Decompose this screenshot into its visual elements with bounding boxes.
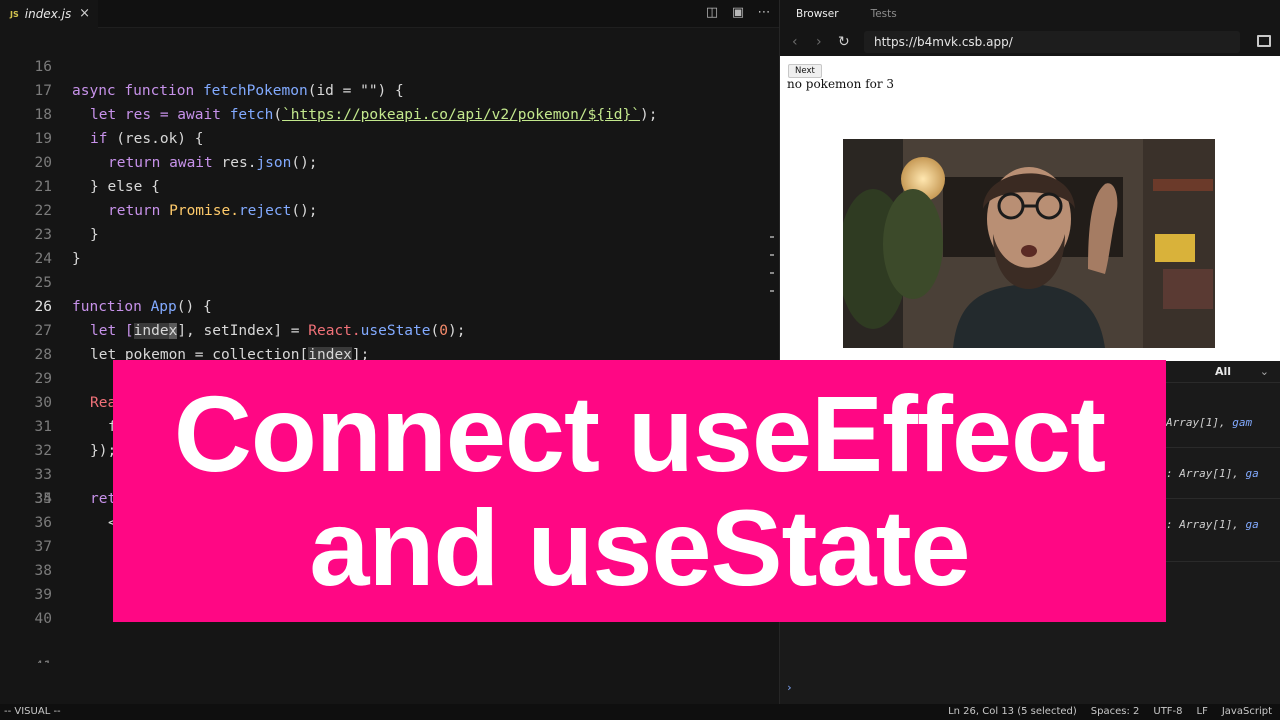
preview-viewport: Next no pokemon for 3: [780, 56, 1280, 361]
chevron-down-icon[interactable]: ⌄: [1260, 365, 1269, 378]
log-text: Array[1],: [1166, 416, 1233, 429]
console-log-entry[interactable]: : Array[1], ga: [1166, 467, 1280, 480]
code-line: 21 return Promise.reject();: [0, 151, 770, 219]
tab-tests[interactable]: Tests: [855, 8, 913, 20]
scrollbar-markers[interactable]: [770, 236, 775, 326]
log-value: ga: [1245, 518, 1259, 531]
code-line: 22 }: [0, 175, 770, 243]
status-bar: -- VISUAL -- Ln 26, Col 13 (5 selected) …: [0, 704, 1280, 720]
cursor-position[interactable]: Ln 26, Col 13 (5 selected): [948, 706, 1077, 717]
code-line: 19 return await res.json();: [0, 103, 770, 171]
status-bar-right: Ln 26, Col 13 (5 selected) Spaces: 2 UTF…: [948, 706, 1272, 717]
preview-icon[interactable]: ▣: [731, 5, 745, 21]
more-icon[interactable]: ⋯: [757, 5, 771, 21]
code-line: 18 if (res.ok) {: [0, 79, 770, 147]
next-button[interactable]: Next: [788, 64, 822, 78]
banner-line-1: Connect useEffect: [173, 373, 1106, 494]
line-number: 38: [34, 563, 52, 579]
line-number: 36: [34, 515, 52, 531]
console-log-entry[interactable]: Array[1], gam: [1166, 416, 1280, 429]
open-new-window-icon[interactable]: [1257, 35, 1271, 47]
back-icon[interactable]: ‹: [792, 34, 804, 50]
language-mode[interactable]: JavaScript: [1222, 706, 1272, 717]
browser-tab-bar: Browser Tests: [780, 0, 1280, 28]
line-number: 35: [34, 491, 52, 507]
line-number: 40: [34, 611, 52, 627]
console-filter-select[interactable]: All: [1215, 365, 1231, 378]
code-line-active: 26 let [index], setIndex] = React.useSta…: [0, 271, 770, 339]
code-line: 20 } else {: [0, 127, 770, 195]
forward-icon[interactable]: ›: [816, 34, 828, 50]
code-line: 23 }: [0, 199, 770, 267]
line-ending[interactable]: LF: [1197, 706, 1208, 717]
editor-tab-bar: JS index.js × ◫ ▣ ⋯: [0, 0, 779, 28]
line-number: 41: [0, 655, 52, 663]
tab-filename: index.js: [24, 7, 72, 21]
presenter-video: [843, 139, 1215, 348]
close-icon[interactable]: ×: [79, 6, 90, 21]
split-editor-icon[interactable]: ◫: [705, 5, 719, 21]
editor-actions: ◫ ▣ ⋯: [705, 5, 771, 21]
line-number: 37: [34, 539, 52, 555]
code-line: 16 async function fetchPokemon(id = "") …: [0, 31, 770, 99]
code-line: 28: [0, 319, 770, 363]
log-value: gam: [1232, 416, 1253, 429]
console-log-entry[interactable]: : Array[1], ga: [1166, 518, 1280, 531]
code-line: 27 let pokemon = collection[index];: [0, 295, 770, 363]
tab-index-js[interactable]: JS index.js ×: [0, 0, 98, 28]
code-line: 25 function App() {: [0, 247, 770, 315]
status-message: no pokemon for 3: [787, 77, 895, 91]
tab-browser[interactable]: Browser: [780, 8, 855, 20]
url-input[interactable]: https://b4mvk.csb.app/: [864, 31, 1240, 53]
code-line: 41 ) : (: [0, 631, 770, 663]
console-prompt-icon[interactable]: ›: [786, 681, 793, 694]
javascript-file-icon: JS: [10, 9, 19, 19]
reload-icon[interactable]: ↻: [838, 34, 854, 50]
address-bar: ‹ › ↻ https://b4mvk.csb.app/: [780, 28, 1280, 56]
log-text: : Array[1],: [1166, 518, 1246, 531]
webcam-overlay: [843, 139, 1215, 348]
banner-line-2: and useState: [309, 487, 970, 608]
encoding[interactable]: UTF-8: [1153, 706, 1182, 717]
line-number: 39: [34, 587, 52, 603]
indentation[interactable]: Spaces: 2: [1091, 706, 1140, 717]
code-line: 24: [0, 223, 770, 267]
title-banner: Connect useEffect and useState: [113, 360, 1166, 622]
log-value: ga: [1245, 467, 1259, 480]
vim-mode: -- VISUAL --: [4, 706, 61, 717]
log-text: : Array[1],: [1166, 467, 1246, 480]
code-line: 17 let res = await fetch(`https://pokeap…: [0, 55, 770, 123]
